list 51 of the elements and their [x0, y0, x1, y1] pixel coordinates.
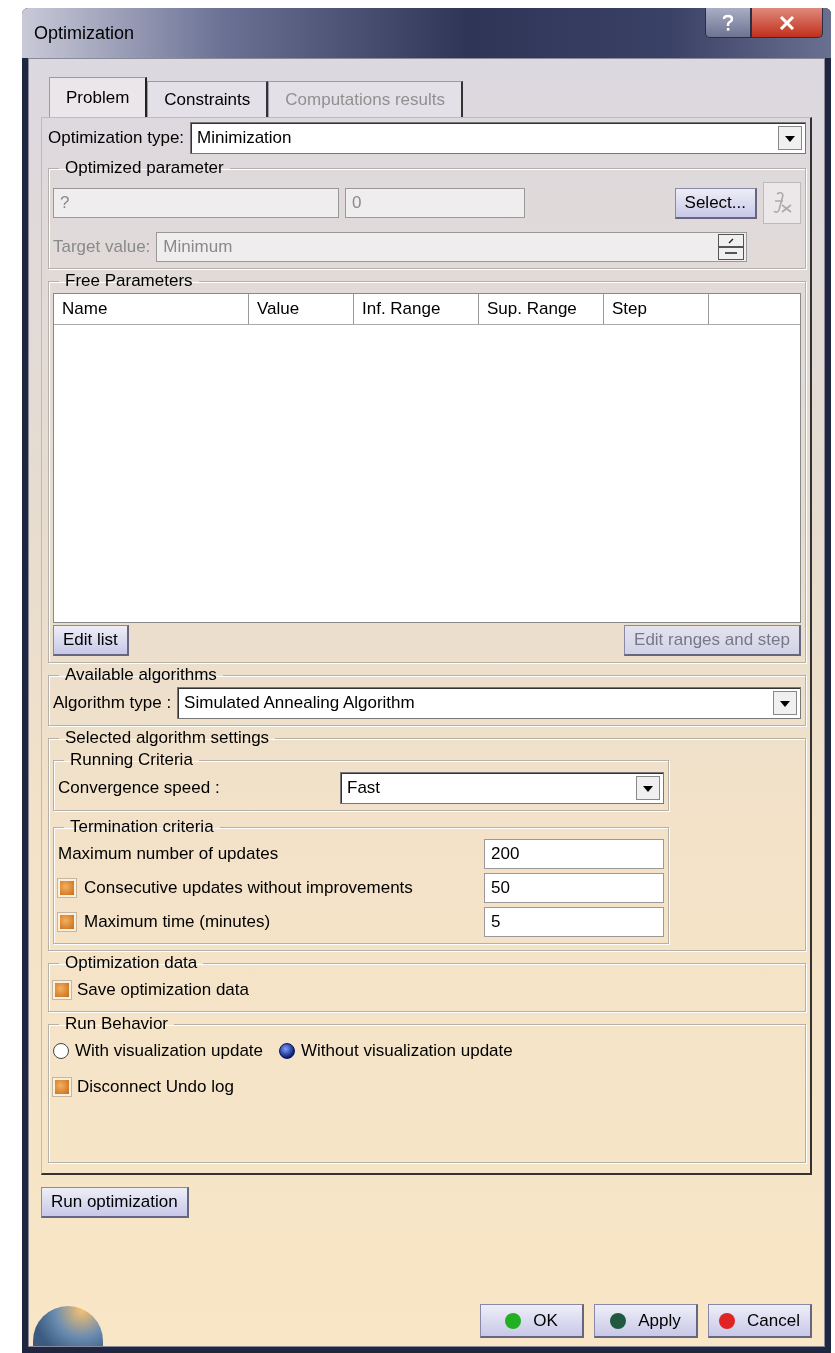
- field-label: Target value:: [53, 237, 151, 257]
- field-label: Maximum time (minutes): [84, 912, 271, 932]
- column-header[interactable]: Value: [249, 294, 354, 324]
- close-button[interactable]: [751, 8, 823, 38]
- checkbox[interactable]: [53, 981, 71, 999]
- group-title: Optimized parameter: [64, 158, 225, 178]
- field-label: Algorithm type :: [53, 693, 172, 713]
- field-label: Convergence speed :: [58, 778, 221, 798]
- field-label: Optimization type:: [48, 128, 185, 148]
- dropdown[interactable]: Minimization: [190, 122, 806, 154]
- column-header[interactable]: Name: [54, 294, 249, 324]
- run-optimization-button[interactable]: Run optimization: [41, 1187, 189, 1218]
- table-button[interactable]: Edit list: [53, 625, 129, 656]
- group-title: Termination criteria: [69, 817, 215, 837]
- dropdown[interactable]: Fast: [340, 772, 664, 804]
- checkbox[interactable]: [53, 1078, 71, 1096]
- group-title: Free Parameters: [64, 271, 194, 291]
- dialog-button[interactable]: OK: [480, 1304, 584, 1338]
- tab[interactable]: Problem: [49, 77, 148, 117]
- dialog-button[interactable]: Cancel: [708, 1304, 812, 1338]
- radio-button[interactable]: [279, 1043, 296, 1059]
- checkbox-label: Save optimization data: [77, 980, 249, 1000]
- column-header[interactable]: Sup. Range: [479, 294, 604, 324]
- tab[interactable]: Constraints: [147, 81, 269, 117]
- formula-button[interactable]: [763, 182, 801, 224]
- radio-button[interactable]: [53, 1043, 69, 1059]
- checkbox[interactable]: [58, 879, 76, 897]
- window-title: Optimization: [34, 22, 135, 44]
- radio-label: With visualization update: [75, 1041, 264, 1061]
- group-title: Selected algorithm settings: [64, 728, 271, 748]
- group-title: Running Criteria: [69, 750, 194, 770]
- input-field[interactable]: 5: [484, 907, 664, 937]
- question-mark-icon: [721, 13, 735, 32]
- close-icon: [779, 15, 795, 30]
- dropdown[interactable]: Simulated Annealing Algorithm: [177, 687, 801, 719]
- group-title: Optimization data: [64, 953, 199, 973]
- group-title: Run Behavior: [64, 1014, 169, 1034]
- help-button[interactable]: [705, 8, 751, 38]
- radio-label: Without visualization update: [301, 1041, 513, 1061]
- group-title: Available algorithms: [64, 665, 218, 685]
- field-label: Consecutive updates without improvements: [84, 878, 413, 898]
- input-field[interactable]: 200: [484, 839, 664, 869]
- spinner-icon: [718, 234, 744, 260]
- checkbox[interactable]: [58, 913, 76, 931]
- column-header[interactable]: Step: [604, 294, 709, 324]
- input-field[interactable]: 50: [484, 873, 664, 903]
- dialog-button[interactable]: Apply: [594, 1304, 698, 1338]
- checkbox-label: Disconnect Undo log: [77, 1077, 234, 1097]
- globe-drawing: [33, 1306, 103, 1346]
- column-header[interactable]: Inf. Range: [354, 294, 479, 324]
- field-label: Maximum number of updates: [58, 844, 279, 864]
